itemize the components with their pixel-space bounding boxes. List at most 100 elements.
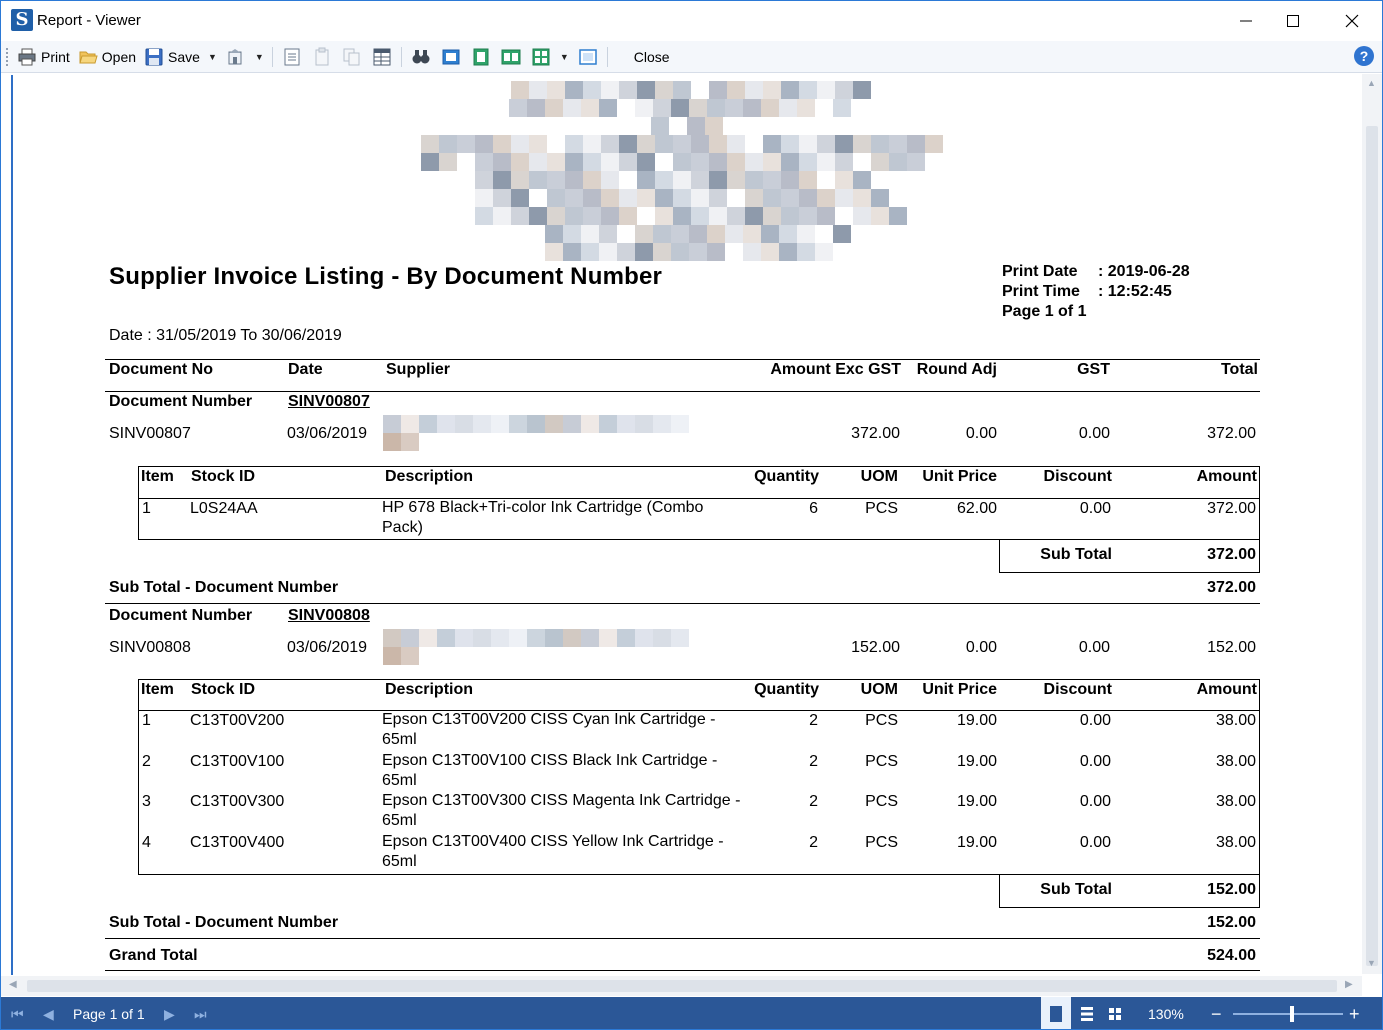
subtotal-label: Sub Total xyxy=(1040,881,1112,898)
next-page-icon[interactable]: ▶ xyxy=(164,997,175,1029)
item-discount: 0.00 xyxy=(1079,833,1111,851)
save-dropdown-chevron-icon[interactable]: ▼ xyxy=(208,52,217,62)
first-page-icon[interactable]: ⏮ xyxy=(11,997,24,1029)
vertical-scrollbar[interactable]: ▲ ▼ xyxy=(1362,74,1382,974)
item-description: Epson C13T00V200 CISS Cyan Ink Cartridge… xyxy=(382,711,716,748)
print-date-value: : 2019-06-28 xyxy=(1098,263,1190,280)
invoice-amount-exc-gst: 372.00 xyxy=(851,425,900,442)
invoice-total: 152.00 xyxy=(1207,639,1256,656)
view-dropdown-chevron-icon[interactable]: ▼ xyxy=(560,52,569,62)
scroll-left-icon[interactable]: ◀ xyxy=(9,979,17,990)
vertical-scroll-thumb[interactable] xyxy=(1366,126,1378,966)
minimize-icon xyxy=(1240,20,1252,22)
invoice-round-adj: 0.00 xyxy=(965,425,997,442)
full-screen-icon[interactable] xyxy=(577,46,599,68)
item-quantity: 2 xyxy=(809,752,818,770)
minimize-button[interactable] xyxy=(1223,1,1269,41)
col-supplier: Supplier xyxy=(386,361,451,378)
item-quantity: 2 xyxy=(809,793,818,810)
previous-page-icon[interactable]: ◀ xyxy=(43,997,54,1029)
report-title: Supplier Invoice Listing - By Document N… xyxy=(109,263,663,290)
status-bar: ⏮ ◀ Page 1 of 1 ▶ ⏭ 130% − + xyxy=(1,997,1382,1029)
save-icon xyxy=(145,48,163,65)
horizontal-scrollbar[interactable]: ◀ ▶ xyxy=(1,976,1362,996)
zoom-slider[interactable] xyxy=(1233,997,1343,1029)
export-icon[interactable] xyxy=(225,46,247,68)
zoom-slider-track xyxy=(1233,1013,1343,1015)
print-time: Print Time: 12:52:45 xyxy=(1002,283,1172,301)
scroll-up-icon[interactable]: ▲ xyxy=(1367,78,1376,88)
detail-col-quantity: Quantity xyxy=(754,468,819,485)
item-amount: 38.00 xyxy=(1215,833,1256,851)
zoom-level: 130% xyxy=(1148,1006,1184,1022)
item-amount: 38.00 xyxy=(1215,752,1256,770)
multipage-view-button[interactable] xyxy=(1103,997,1127,1029)
detail-col-quantity: Quantity xyxy=(754,681,819,698)
item-number: 1 xyxy=(142,712,151,729)
copy-icon[interactable] xyxy=(341,46,363,68)
help-icon[interactable]: ? xyxy=(1354,46,1374,66)
scroll-right-icon[interactable]: ▶ xyxy=(1345,979,1353,990)
single-page-view-button[interactable] xyxy=(1041,997,1071,1029)
subtotal-box-border xyxy=(999,539,1000,572)
close-report-button[interactable]: Close xyxy=(630,44,674,70)
item-discount: 0.00 xyxy=(1079,752,1111,770)
page-setup-icon[interactable] xyxy=(281,46,303,68)
group-subtotal-value: 372.00 xyxy=(1207,579,1256,596)
zoom-in-icon[interactable]: + xyxy=(1349,997,1360,1029)
subtotal-box-border xyxy=(999,572,1260,573)
invoice-doc-no: SINV00808 xyxy=(109,639,191,656)
item-stock-id: C13T00V200 xyxy=(190,712,285,729)
last-page-icon[interactable]: ⏭ xyxy=(194,997,207,1029)
subtotal-label: Sub Total xyxy=(1040,546,1112,563)
detail-col-stock-id: Stock ID xyxy=(191,468,256,485)
item-description: HP 678 Black+Tri-color Ink Cartridge (Co… xyxy=(382,499,704,536)
item-unit-price: 19.00 xyxy=(956,793,997,810)
toolbar-separator xyxy=(606,46,608,67)
export-dropdown-chevron-icon[interactable]: ▼ xyxy=(255,52,264,62)
print-button[interactable]: Print xyxy=(13,44,74,70)
zoom-out-icon[interactable]: − xyxy=(1211,997,1222,1029)
continuous-view-button[interactable] xyxy=(1075,997,1099,1029)
toolbar-separator xyxy=(271,46,273,67)
item-description: Epson C13T00V300 CISS Magenta Ink Cartri… xyxy=(382,792,741,829)
item-number: 1 xyxy=(142,500,151,517)
group-rule xyxy=(105,603,1260,604)
single-page-icon[interactable] xyxy=(440,46,462,68)
page-width-icon[interactable] xyxy=(470,46,492,68)
header-rule xyxy=(105,359,1260,360)
invoice-gst: 0.00 xyxy=(1078,639,1110,656)
detail-col-description: Description xyxy=(385,681,474,698)
report-viewer-window: S Report - Viewer Print Open Save ▼ ▼ ▼ … xyxy=(0,0,1383,1030)
item-uom: PCS xyxy=(865,500,898,517)
item-number: 3 xyxy=(142,793,151,810)
two-pages-icon[interactable] xyxy=(500,46,522,68)
detail-col-uom: UOM xyxy=(860,681,898,698)
item-stock-id: L0S24AA xyxy=(190,500,258,517)
invoice-total: 372.00 xyxy=(1207,425,1256,442)
multiple-pages-icon[interactable] xyxy=(530,46,552,68)
maximize-button[interactable] xyxy=(1270,1,1316,41)
table-view-icon[interactable] xyxy=(371,46,393,68)
detail-table-border xyxy=(138,539,1260,540)
page-border xyxy=(11,75,13,975)
find-icon[interactable] xyxy=(410,46,432,68)
detail-table-border xyxy=(138,874,1260,875)
item-discount: 0.00 xyxy=(1079,500,1111,517)
col-date: Date xyxy=(288,361,323,378)
paste-icon[interactable] xyxy=(311,46,333,68)
print-time-value: : 12:52:45 xyxy=(1098,283,1172,300)
save-button[interactable]: Save xyxy=(140,44,204,70)
multipage-view-icon xyxy=(1109,1008,1121,1020)
item-unit-price: 19.00 xyxy=(956,833,997,851)
col-total: Total xyxy=(1220,361,1258,378)
scroll-down-icon[interactable]: ▼ xyxy=(1367,958,1376,968)
item-stock-id: C13T00V300 xyxy=(190,793,285,810)
horizontal-scroll-thumb[interactable] xyxy=(27,980,1337,992)
zoom-slider-thumb[interactable] xyxy=(1290,1006,1294,1022)
toolbar-grip[interactable] xyxy=(5,46,9,67)
close-window-button[interactable] xyxy=(1329,1,1375,41)
open-button[interactable]: Open xyxy=(74,44,140,70)
invoice-date: 03/06/2019 xyxy=(287,425,368,442)
continuous-view-icon xyxy=(1081,1007,1093,1021)
